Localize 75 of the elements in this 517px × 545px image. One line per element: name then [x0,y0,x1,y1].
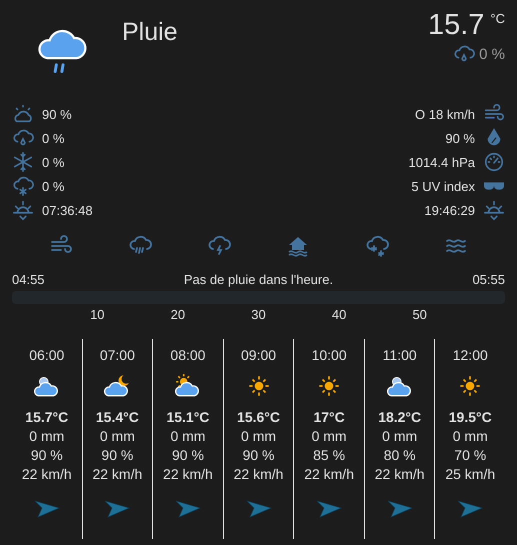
hour-temperature: 15.1°C [166,409,210,425]
stat-value: 0 % [42,130,64,146]
temperature-unit: °C [490,11,505,26]
hour-temperature: 17°C [313,409,345,425]
minute-tick: 20 [170,307,186,322]
hour-humidity: 80 % [384,447,416,463]
hour-humidity: 90 % [172,447,204,463]
hour-wind: 22 km/h [163,466,213,482]
hour-precipitation: 0 mm [382,428,418,444]
minute-tick: 40 [332,307,346,322]
minute-tick: 10 [90,307,105,322]
gauge-icon [483,151,505,173]
hour-humidity: 90 % [101,447,134,463]
hour-precipitation: 0 mm [452,428,488,444]
hour-precipitation: 0 mm [241,428,276,444]
hour-humidity: 85 % [313,447,346,463]
wind-direction-icon [316,500,342,518]
stat-value: O 18 km/h [415,106,475,122]
end-time: 05:55 [472,272,505,287]
wind-direction-icon [34,500,60,518]
wind-direction-icon [457,500,484,518]
sun-cloud-icon [174,373,202,399]
wind-direction-icon [104,500,130,518]
hour-time: 07:00 [100,347,135,363]
cloud-snow-icon [364,234,389,258]
cloud-lightning-icon [207,234,232,258]
cloud-sun-icon [12,103,34,125]
hour-precipitation: 0 mm [312,428,347,444]
cloud-moon-icon [103,373,132,399]
hour-humidity: 90 % [30,447,63,463]
stat-value: 1014.4 hPa [408,154,475,170]
flooded-house-icon [286,234,310,258]
rain-message: Pas de pluie dans l'heure. [184,272,334,287]
hour-precipitation: 0 mm [29,428,64,444]
condition-text: Pluie [122,18,178,47]
hour-wind: 22 km/h [92,466,142,482]
stat-value: 0 % [42,178,64,194]
hour-precipitation: 0 mm [170,428,206,444]
hour-wind: 22 km/h [304,466,354,482]
hour-humidity: 90 % [242,447,274,463]
start-time: 04:55 [12,272,45,287]
stat-value: 90 % [445,130,475,146]
hour-temperature: 15.7°C [25,409,68,425]
stat-value: 07:36:48 [42,202,93,218]
hour-precipitation: 0 mm [100,428,135,444]
hour-wind: 22 km/h [22,466,72,482]
hour-temperature: 18.2°C [378,409,422,425]
stat-value: 90 % [42,106,72,122]
hour-wind: 25 km/h [445,466,496,482]
minute-tick: 50 [412,307,427,322]
minute-tick: 30 [251,307,266,322]
stat-value: 0 % [42,154,64,170]
hour-time: 12:00 [452,347,488,363]
precipitation-probability: 0 % [479,46,505,62]
sunrise-icon [12,199,34,221]
hour-temperature: 15.6°C [237,409,280,425]
hour-time: 09:00 [241,347,276,363]
stat-value: 5 UV index [411,178,475,194]
hour-temperature: 15.4°C [96,409,139,425]
sunset-icon [483,199,505,221]
temperature-value: 15.7 [428,8,484,42]
hour-humidity: 70 % [454,447,486,463]
stat-value: 19:46:29 [424,202,475,218]
snowflake-icon [12,151,34,173]
hour-wind: 22 km/h [234,466,284,482]
wind-direction-icon [246,500,272,518]
hour-time: 10:00 [312,347,347,363]
wind-direction-icon [386,500,413,518]
cloud-snow-icon [12,175,34,197]
hour-time: 08:00 [170,347,206,363]
hour-time: 11:00 [382,347,417,363]
hour-wind: 22 km/h [374,466,425,482]
hour-temperature: 19.5°C [448,409,492,425]
wind-direction-icon [174,500,201,518]
hour-time: 06:00 [29,347,64,363]
